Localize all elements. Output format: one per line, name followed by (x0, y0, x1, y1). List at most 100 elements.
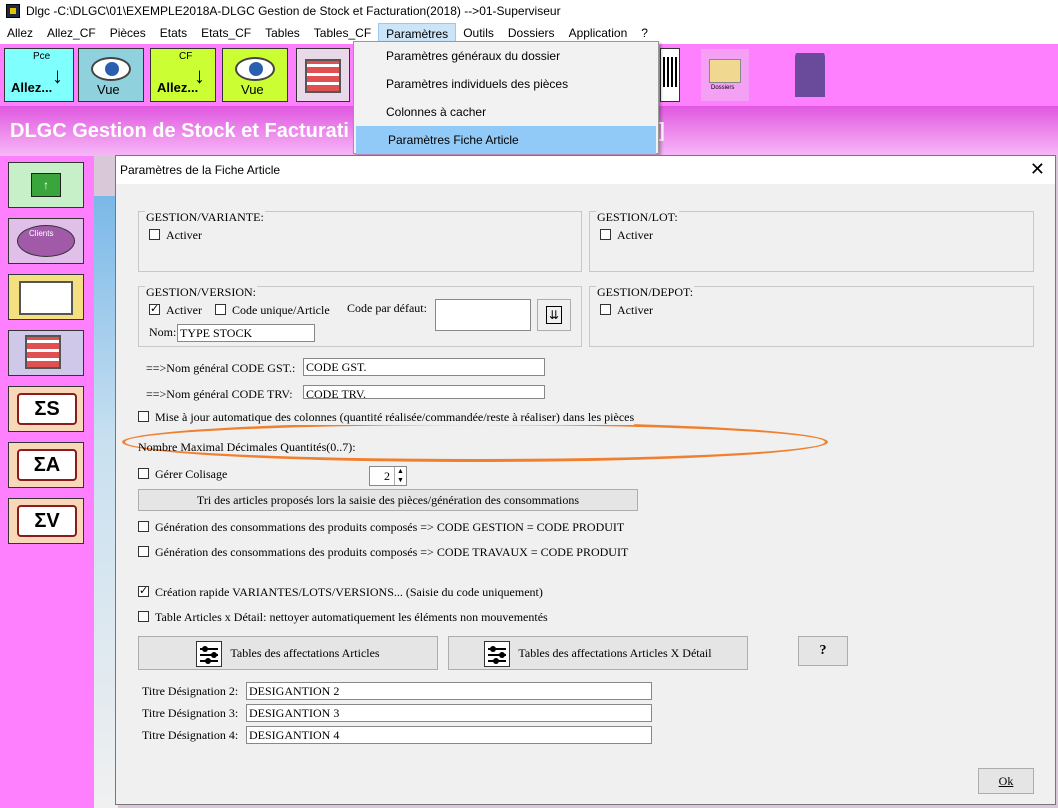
version-code-unique-row[interactable]: Code unique/Article (215, 303, 330, 318)
depot-activer-row[interactable]: Activer (600, 303, 653, 318)
left-sidebar: ↑ Clients ΣS ΣA ΣV (0, 156, 94, 808)
allez-cf-label: Allez... (157, 80, 199, 95)
dossiers-toolbar-button[interactable]: Dossiers (700, 48, 750, 102)
colisage-row[interactable]: Gérer Colisage (138, 467, 227, 482)
menu-outils[interactable]: Outils (456, 23, 501, 43)
table-detail-checkbox[interactable] (138, 611, 149, 622)
menu-allez[interactable]: Allez (0, 23, 40, 43)
titre4-input[interactable]: DESIGANTION 4 (246, 726, 652, 744)
group-title-variante: GESTION/VARIANTE: (145, 210, 265, 225)
group-gestion-version: GESTION/VERSION: Activer Code unique/Art… (138, 285, 582, 347)
group-title-lot: GESTION/LOT: (596, 210, 679, 225)
menu-item-colonnes-cacher[interactable]: Colonnes à cacher (354, 98, 658, 126)
code-defaut-input[interactable] (435, 299, 531, 331)
colisage-label: Gérer Colisage (155, 467, 228, 481)
gen-gestion-checkbox[interactable] (138, 521, 149, 532)
code-trv-input[interactable]: CODE TRV. (303, 385, 545, 399)
code-gst-input[interactable]: CODE GST. (303, 358, 545, 376)
sidebar-sigma-s-button[interactable]: ΣS (8, 386, 84, 432)
user-toolbar-button[interactable] (780, 48, 840, 102)
menu-pieces[interactable]: Pièces (103, 23, 153, 43)
close-icon[interactable]: ✕ (1030, 159, 1045, 179)
allez-pieces-button[interactable]: Pce ↓ Allez... (4, 48, 74, 102)
menu-etats[interactable]: Etats (153, 23, 194, 43)
list-down-icon: ⇊ (546, 306, 562, 324)
depot-activer-checkbox[interactable] (600, 304, 611, 315)
dialog-titlebar: Paramètres de la Fiche Article ✕ (116, 156, 1055, 184)
menu-allez-cf[interactable]: Allez_CF (40, 23, 103, 43)
sigma-s-icon: ΣS (17, 393, 77, 425)
menu-parametres[interactable]: Paramètres (378, 23, 457, 43)
titre4-label: Titre Désignation 4: (142, 728, 239, 742)
creation-rapide-row[interactable]: Création rapide VARIANTES/LOTS/VERSIONS.… (138, 584, 543, 600)
table-grid-icon (305, 59, 341, 93)
sidebar-sigma-v-button[interactable]: ΣV (8, 498, 84, 544)
table-grid-icon (25, 335, 61, 369)
dossiers-label: Dossiers (711, 85, 735, 91)
depot-activer-label: Activer (617, 303, 653, 317)
colisage-checkbox[interactable] (138, 468, 149, 479)
menu-help[interactable]: ? (634, 23, 655, 43)
menu-item-parametres-fiche-article[interactable]: Paramètres Fiche Article (356, 126, 656, 154)
gen-travaux-row[interactable]: Génération des consommations des produit… (138, 545, 628, 560)
menu-item-parametres-individuels[interactable]: Paramètres individuels des pièces (354, 70, 658, 98)
titre3-input[interactable]: DESIGANTION 3 (246, 704, 652, 722)
version-activer-row[interactable]: Activer (149, 302, 202, 318)
menu-etats-cf[interactable]: Etats_CF (194, 23, 258, 43)
titre2-label: Titre Désignation 2: (142, 684, 239, 698)
table-detail-row[interactable]: Table Articles x Détail: nettoyer automa… (138, 610, 548, 625)
banner-text: DLGC Gestion de Stock et Facturati (10, 120, 349, 142)
creation-rapide-checkbox[interactable] (138, 584, 149, 597)
arrow-down-icon: ↓ (52, 63, 63, 88)
barcode-icon (663, 57, 677, 87)
gen-travaux-checkbox[interactable] (138, 546, 149, 557)
eye-icon (91, 57, 131, 81)
vue-button[interactable]: Vue (78, 48, 144, 102)
gen-gestion-label: Génération des consommations des produit… (155, 520, 625, 534)
version-activer-checkbox[interactable] (149, 302, 160, 315)
barcode-button[interactable] (660, 48, 680, 102)
help-button[interactable]: ? (798, 636, 848, 666)
titre2-input[interactable]: DESIGANTION 2 (246, 682, 652, 700)
version-nom-label: Nom: (149, 325, 177, 339)
sidebar-home-button[interactable]: ↑ (8, 162, 84, 208)
allez-cf-button[interactable]: CF ↓ Allez... (150, 48, 216, 102)
spinner-arrows-icon[interactable]: ▲ ▼ (394, 467, 406, 485)
code-defaut-picker-button[interactable]: ⇊ (537, 299, 571, 331)
gen-gestion-row[interactable]: Génération des consommations des produit… (138, 520, 624, 535)
menu-tables-cf[interactable]: Tables_CF (307, 23, 378, 43)
sidebar-clients-button[interactable]: Clients (8, 218, 84, 264)
maj-auto-checkbox[interactable] (138, 411, 149, 422)
sidebar-sigma-a-button[interactable]: ΣA (8, 442, 84, 488)
tri-articles-button[interactable]: Tri des articles proposés lors la saisie… (138, 489, 638, 511)
menu-dossiers[interactable]: Dossiers (501, 23, 562, 43)
menu-item-parametres-generaux[interactable]: Paramètres généraux du dossier (354, 42, 658, 70)
variante-activer-row[interactable]: Activer (149, 228, 202, 243)
allez-pieces-small-label: Pce (33, 51, 51, 62)
menu-tables[interactable]: Tables (258, 23, 307, 43)
vue-cf-button[interactable]: Vue (222, 48, 288, 102)
lot-activer-checkbox[interactable] (600, 229, 611, 240)
ok-button[interactable]: Ok (978, 768, 1034, 794)
menu-application[interactable]: Application (562, 23, 635, 43)
lot-activer-row[interactable]: Activer (600, 228, 653, 243)
affectations-detail-button[interactable]: Tables des affectations Articles X Détai… (448, 636, 748, 670)
maj-auto-row[interactable]: Mise à jour automatique des colonnes (qu… (138, 410, 635, 425)
window-title: Dlgc -C:\DLGC\01\EXEMPLE2018A-DLGC Gesti… (26, 4, 561, 18)
group-gestion-variante: GESTION/VARIANTE: Activer (138, 210, 582, 272)
affectations-detail-label: Tables des affectations Articles X Détai… (518, 646, 712, 660)
sidebar-tables-button[interactable] (8, 330, 84, 376)
code-defaut-label: Code par défaut: (347, 301, 427, 315)
version-nom-input[interactable]: TYPE STOCK (177, 324, 315, 342)
dialog-title: Paramètres de la Fiche Article (120, 163, 281, 177)
version-code-unique-checkbox[interactable] (215, 304, 226, 315)
sidebar-fournisseurs-button[interactable] (8, 274, 84, 320)
variante-activer-label: Activer (166, 228, 202, 242)
tables-toolbar-button[interactable] (296, 48, 350, 102)
window-titlebar: Dlgc -C:\DLGC\01\EXEMPLE2018A-DLGC Gesti… (0, 0, 1058, 22)
affectations-articles-button[interactable]: Tables des affectations Articles (138, 636, 438, 670)
affectations-articles-label: Tables des affectations Articles (230, 646, 380, 660)
nb-decimales-spinner[interactable]: 2 ▲ ▼ (369, 466, 407, 486)
variante-activer-checkbox[interactable] (149, 229, 160, 240)
folder-icon (709, 59, 741, 83)
